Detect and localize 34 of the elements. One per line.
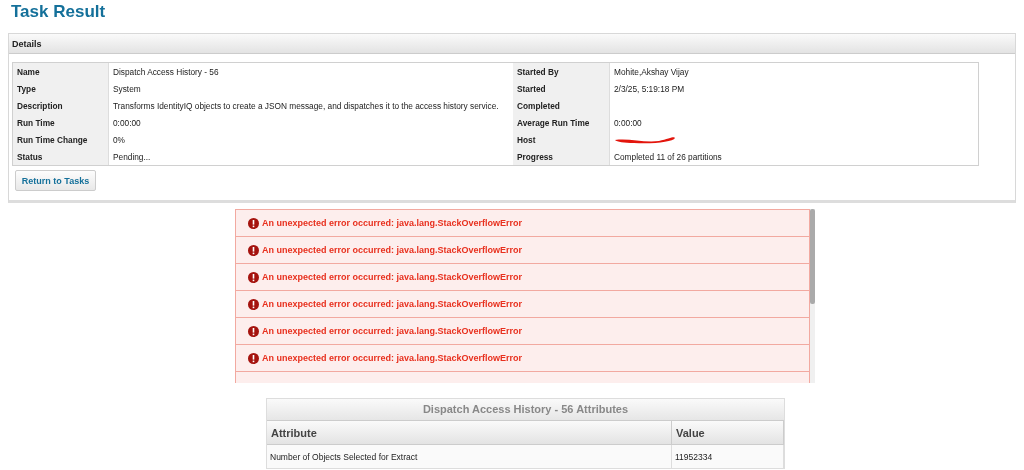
panel-header: Details: [9, 34, 1015, 54]
detail-label: Average Run Time: [513, 114, 609, 131]
detail-label: Progress: [513, 148, 609, 165]
error-icon: [248, 352, 259, 364]
error-icon: [248, 244, 259, 256]
redaction-scribble: [614, 134, 676, 145]
detail-label: Name: [13, 63, 108, 80]
error-text: An unexpected error occurred: java.lang.StackOverflowError: [262, 353, 523, 363]
detail-label: Completed: [513, 97, 609, 114]
error-text: An unexpected error occurred: java.lang.StackOverflowError: [262, 272, 523, 282]
error-icon: [248, 298, 259, 310]
detail-label: Run Time Change: [13, 131, 108, 148]
return-button[interactable]: Return to Tasks: [15, 170, 96, 191]
error-icon: [248, 217, 259, 229]
table-title: Dispatch Access History - 56 Attributes: [267, 399, 784, 421]
detail-label: Description: [13, 97, 108, 114]
detail-label: Status: [13, 148, 108, 165]
column-header: Value: [672, 421, 784, 445]
page-title: Task Result: [10, 1, 107, 23]
table-cell: Number of Objects Selected for Extract: [267, 445, 672, 468]
error-text: An unexpected error occurred: java.lang.StackOverflowError: [262, 245, 523, 255]
detail-label: Started By: [513, 63, 609, 80]
detail-label: Started: [513, 80, 609, 97]
detail-label: Run Time: [13, 114, 108, 131]
error-text: An unexpected error occurred: java.lang.StackOverflowError: [262, 326, 523, 336]
error-icon: [248, 325, 259, 337]
table-cell: 11952334: [672, 445, 784, 468]
detail-label: Host: [513, 131, 609, 148]
error-icon: [248, 271, 259, 283]
column-header: Attribute: [267, 421, 672, 445]
scrollbar[interactable]: [810, 209, 815, 383]
error-text: An unexpected error occurred: java.lang.StackOverflowError: [262, 218, 523, 228]
detail-label: Type: [13, 80, 108, 97]
error-text: An unexpected error occurred: java.lang.StackOverflowError: [262, 299, 523, 309]
